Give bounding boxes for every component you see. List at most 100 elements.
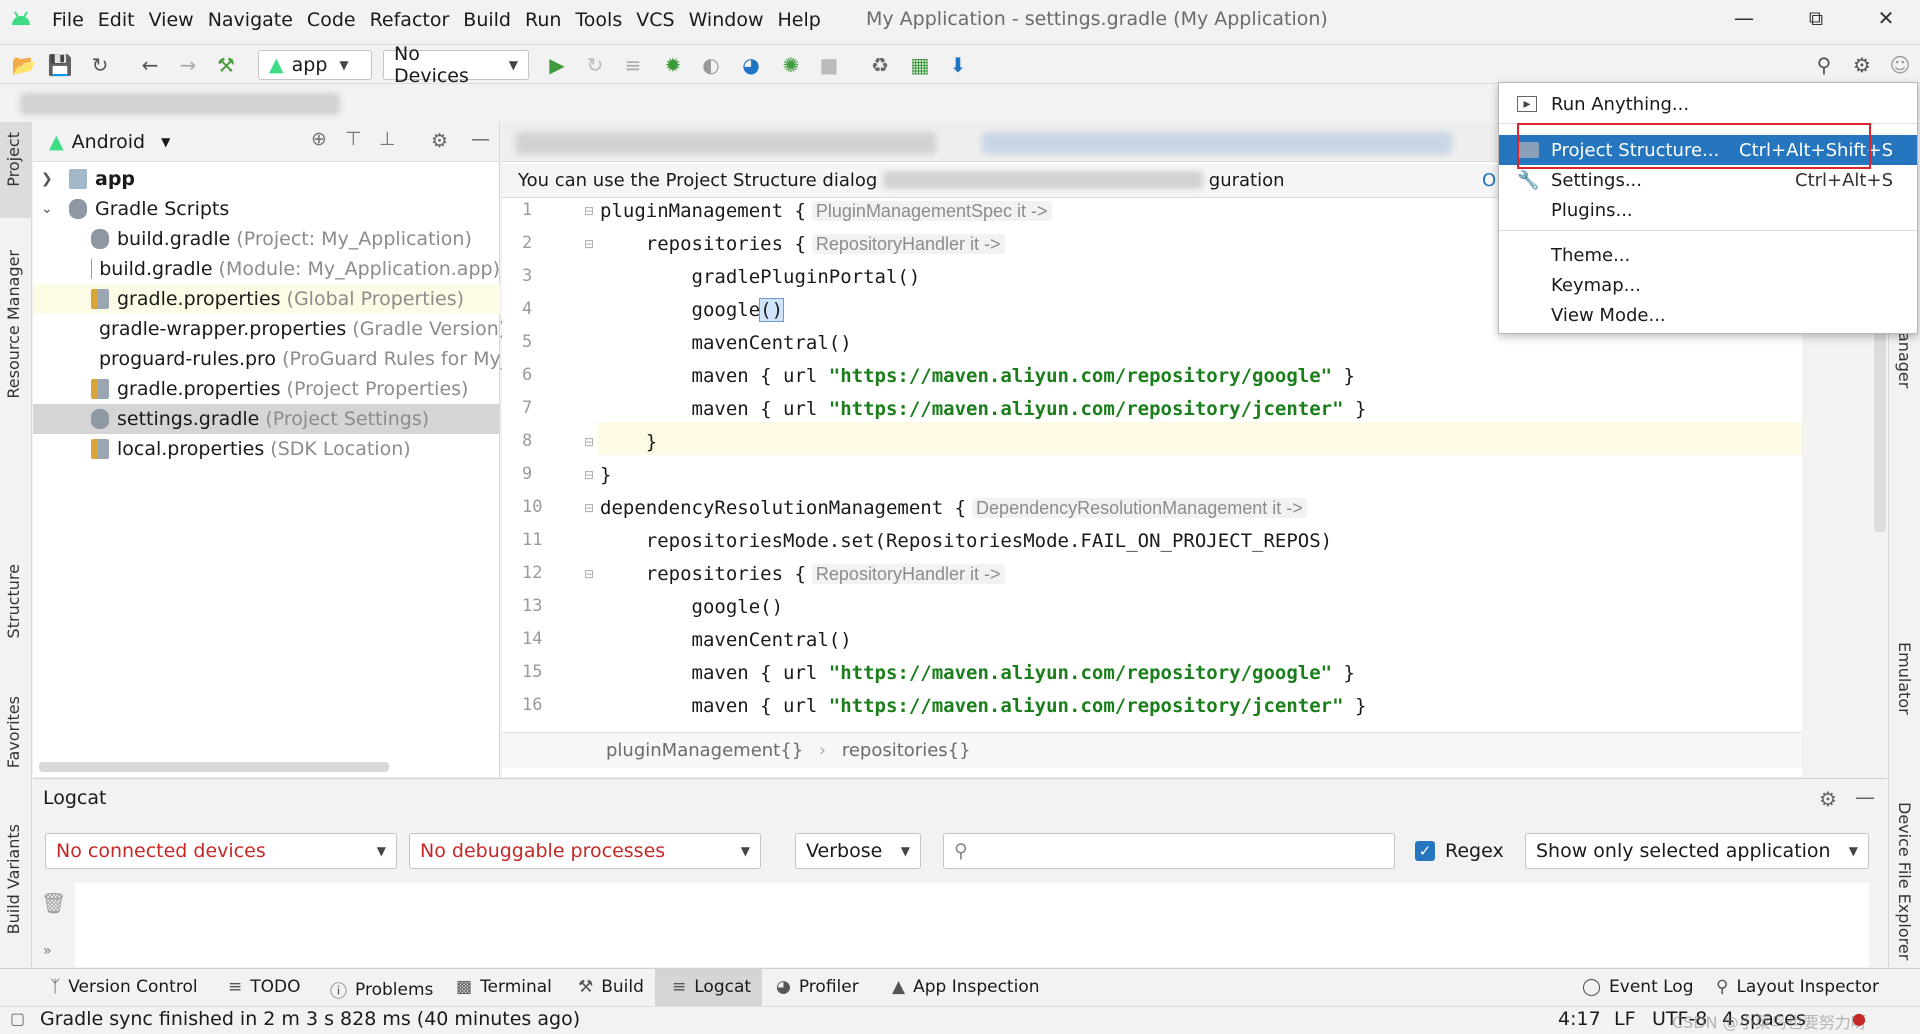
menu-item-view-mode[interactable]: View Mode... <box>1499 300 1917 330</box>
tree-item-gradle-properties-project[interactable]: gradle.properties (Project Properties) <box>33 374 500 404</box>
blurred-editor-tab[interactable] <box>516 132 936 154</box>
horizontal-scrollbar[interactable] <box>39 762 389 772</box>
menu-item-settings[interactable]: 🔧 Settings... Ctrl+Alt+S <box>1499 165 1917 195</box>
tab-layout-inspector[interactable]: ⚲ Layout Inspector <box>1716 977 1879 997</box>
menu-help[interactable]: Help <box>777 9 820 31</box>
apply-changes-icon[interactable]: ↻ <box>581 51 609 79</box>
chevron-down-icon[interactable]: ⌄ <box>41 201 59 217</box>
stop-icon[interactable]: ■ <box>815 51 843 79</box>
make-project-hammer-icon[interactable]: ⚒ <box>212 51 240 79</box>
project-view-mode[interactable]: Android <box>72 131 145 153</box>
tab-build-variants[interactable]: Build Variants <box>4 824 23 934</box>
tree-item-gradle-properties-global[interactable]: gradle.properties (Global Properties) <box>33 284 500 314</box>
tab-todo[interactable]: ≡ TODO <box>228 977 301 997</box>
menu-run[interactable]: Run <box>525 9 561 31</box>
chevron-down-icon[interactable]: ▼ <box>161 135 170 149</box>
menu-vcs[interactable]: VCS <box>636 9 674 31</box>
more-actions-icon[interactable]: » <box>43 943 52 959</box>
tab-problems[interactable]: ⓘ Problems <box>330 977 433 1003</box>
logcat-search-field[interactable]: ⚲ <box>943 833 1395 869</box>
sync-icon[interactable]: ↻ <box>86 51 114 79</box>
collapse-all-icon[interactable]: ⊤ <box>345 128 362 150</box>
logcat-process-selector[interactable]: No debuggable processes ▼ <box>409 833 761 869</box>
tree-item-build-gradle-project[interactable]: build.gradle (Project: My_Application) <box>33 224 500 254</box>
chevron-right-icon[interactable]: ❯ <box>41 171 59 187</box>
blurred-editor-tab[interactable] <box>982 132 1452 154</box>
tab-version-control[interactable]: ᛉ Version Control <box>50 977 198 997</box>
sync-gradle-icon[interactable]: ♻ <box>866 51 894 79</box>
tab-logcat[interactable]: ≡ Logcat <box>672 977 751 997</box>
apply-code-changes-icon[interactable]: ≡ <box>619 51 647 79</box>
search-everywhere-icon[interactable]: ⚲ <box>1810 51 1838 79</box>
line-separator[interactable]: LF <box>1614 1008 1636 1030</box>
tab-emulator[interactable]: Emulator <box>1895 642 1914 715</box>
tab-resource-manager[interactable]: Resource Manager <box>4 250 23 399</box>
tab-app-inspection[interactable]: ▲ App Inspection <box>892 977 1040 997</box>
tab-profiler[interactable]: ◕ Profiler <box>776 977 859 997</box>
menu-item-run-anything[interactable]: ▸ Run Anything... <box>1499 89 1917 119</box>
tab-structure[interactable]: Structure <box>4 564 23 638</box>
tree-item-proguard-rules[interactable]: proguard-rules.pro (ProGuard Rules for M… <box>33 344 510 374</box>
tab-project[interactable]: Project <box>4 132 23 187</box>
menu-edit[interactable]: Edit <box>98 9 135 31</box>
profile-icon[interactable]: ◕ <box>737 51 765 79</box>
memory-indicator-icon[interactable]: ● <box>1852 1009 1866 1028</box>
sdk-manager-icon[interactable]: ⬇ <box>944 51 972 79</box>
logcat-device-selector[interactable]: No connected devices ▼ <box>45 833 397 869</box>
logcat-settings-gear-icon[interactable]: ⚙ <box>1819 787 1837 811</box>
notice-link[interactable]: O <box>1482 164 1496 198</box>
device-selector[interactable]: No Devices ▼ <box>383 43 529 87</box>
menu-item-plugins[interactable]: Plugins... <box>1499 195 1917 225</box>
menu-file[interactable]: File <box>52 9 84 31</box>
logcat-search-input[interactable] <box>973 841 1374 861</box>
tab-device-manager[interactable]: anager <box>1895 332 1914 388</box>
account-icon[interactable]: ☺ <box>1886 51 1914 79</box>
logcat-output-area[interactable] <box>75 883 1869 967</box>
menu-refactor[interactable]: Refactor <box>370 9 450 31</box>
clear-logcat-trash-icon[interactable]: 🗑 <box>41 891 66 915</box>
menu-tools[interactable]: Tools <box>575 9 622 31</box>
forward-arrow-icon[interactable]: → <box>174 51 202 79</box>
settings-gear-icon[interactable]: ⚙ <box>1848 51 1876 79</box>
tree-item-app[interactable]: ❯ app <box>33 164 500 194</box>
menu-item-keymap[interactable]: Keymap... <box>1499 270 1917 300</box>
tab-event-log[interactable]: ◯ Event Log <box>1582 977 1694 997</box>
menu-item-theme[interactable]: Theme... <box>1499 240 1917 270</box>
logcat-level-selector[interactable]: Verbose ▼ <box>795 833 921 869</box>
save-all-icon[interactable]: 💾 <box>46 51 74 79</box>
close-window-button[interactable]: ✕ <box>1866 6 1906 36</box>
menu-build[interactable]: Build <box>463 9 511 31</box>
tree-item-local-properties[interactable]: local.properties (SDK Location) <box>33 434 500 464</box>
tab-terminal[interactable]: ▩ Terminal <box>456 977 552 997</box>
tab-favorites[interactable]: Favorites <box>4 696 23 768</box>
menu-navigate[interactable]: Navigate <box>208 9 293 31</box>
tree-item-build-gradle-module[interactable]: build.gradle (Module: My_Application.app… <box>33 254 500 284</box>
run-icon[interactable]: ▶ <box>543 51 571 79</box>
minimize-button[interactable]: — <box>1724 6 1764 36</box>
tree-item-gradle-wrapper-properties[interactable]: gradle-wrapper.properties (Gradle Versio… <box>33 314 506 344</box>
hide-panel-icon[interactable]: — <box>1855 785 1875 809</box>
locate-icon[interactable]: ⊕ <box>311 128 327 150</box>
expand-all-icon[interactable]: ⊥ <box>379 128 396 150</box>
tab-build[interactable]: ⚒ Build <box>578 977 644 997</box>
tab-device-file-explorer[interactable]: Device File Explorer <box>1895 802 1914 960</box>
tree-item-settings-gradle[interactable]: settings.gradle (Project Settings) <box>33 404 500 434</box>
status-message[interactable]: Gradle sync finished in 2 m 3 s 828 ms (… <box>40 1008 580 1030</box>
toggle-tool-windows-icon[interactable]: ▢ <box>10 1009 25 1028</box>
menu-window[interactable]: Window <box>689 9 764 31</box>
caret-position[interactable]: 4:17 <box>1558 1008 1601 1030</box>
restore-button[interactable]: ⧉ <box>1796 6 1836 36</box>
menu-view[interactable]: View <box>149 9 194 31</box>
breadcrumb-item[interactable]: repositories{} <box>842 740 971 761</box>
breadcrumb-item[interactable]: pluginManagement{} <box>606 740 803 761</box>
regex-checkbox[interactable]: ✓ <box>1415 841 1435 861</box>
tree-item-gradle-scripts[interactable]: ⌄ Gradle Scripts <box>33 194 500 224</box>
panel-settings-gear-icon[interactable]: ⚙ <box>431 130 448 152</box>
hide-panel-icon[interactable]: — <box>471 128 490 150</box>
logcat-filter-selector[interactable]: Show only selected application ▼ <box>1525 833 1869 869</box>
back-arrow-icon[interactable]: ← <box>136 51 164 79</box>
debug-icon[interactable]: ✹ <box>659 51 687 79</box>
device-manager-icon[interactable]: ▦ <box>906 51 934 79</box>
menu-code[interactable]: Code <box>307 9 356 31</box>
attach-debugger-icon[interactable]: ✺ <box>777 51 805 79</box>
